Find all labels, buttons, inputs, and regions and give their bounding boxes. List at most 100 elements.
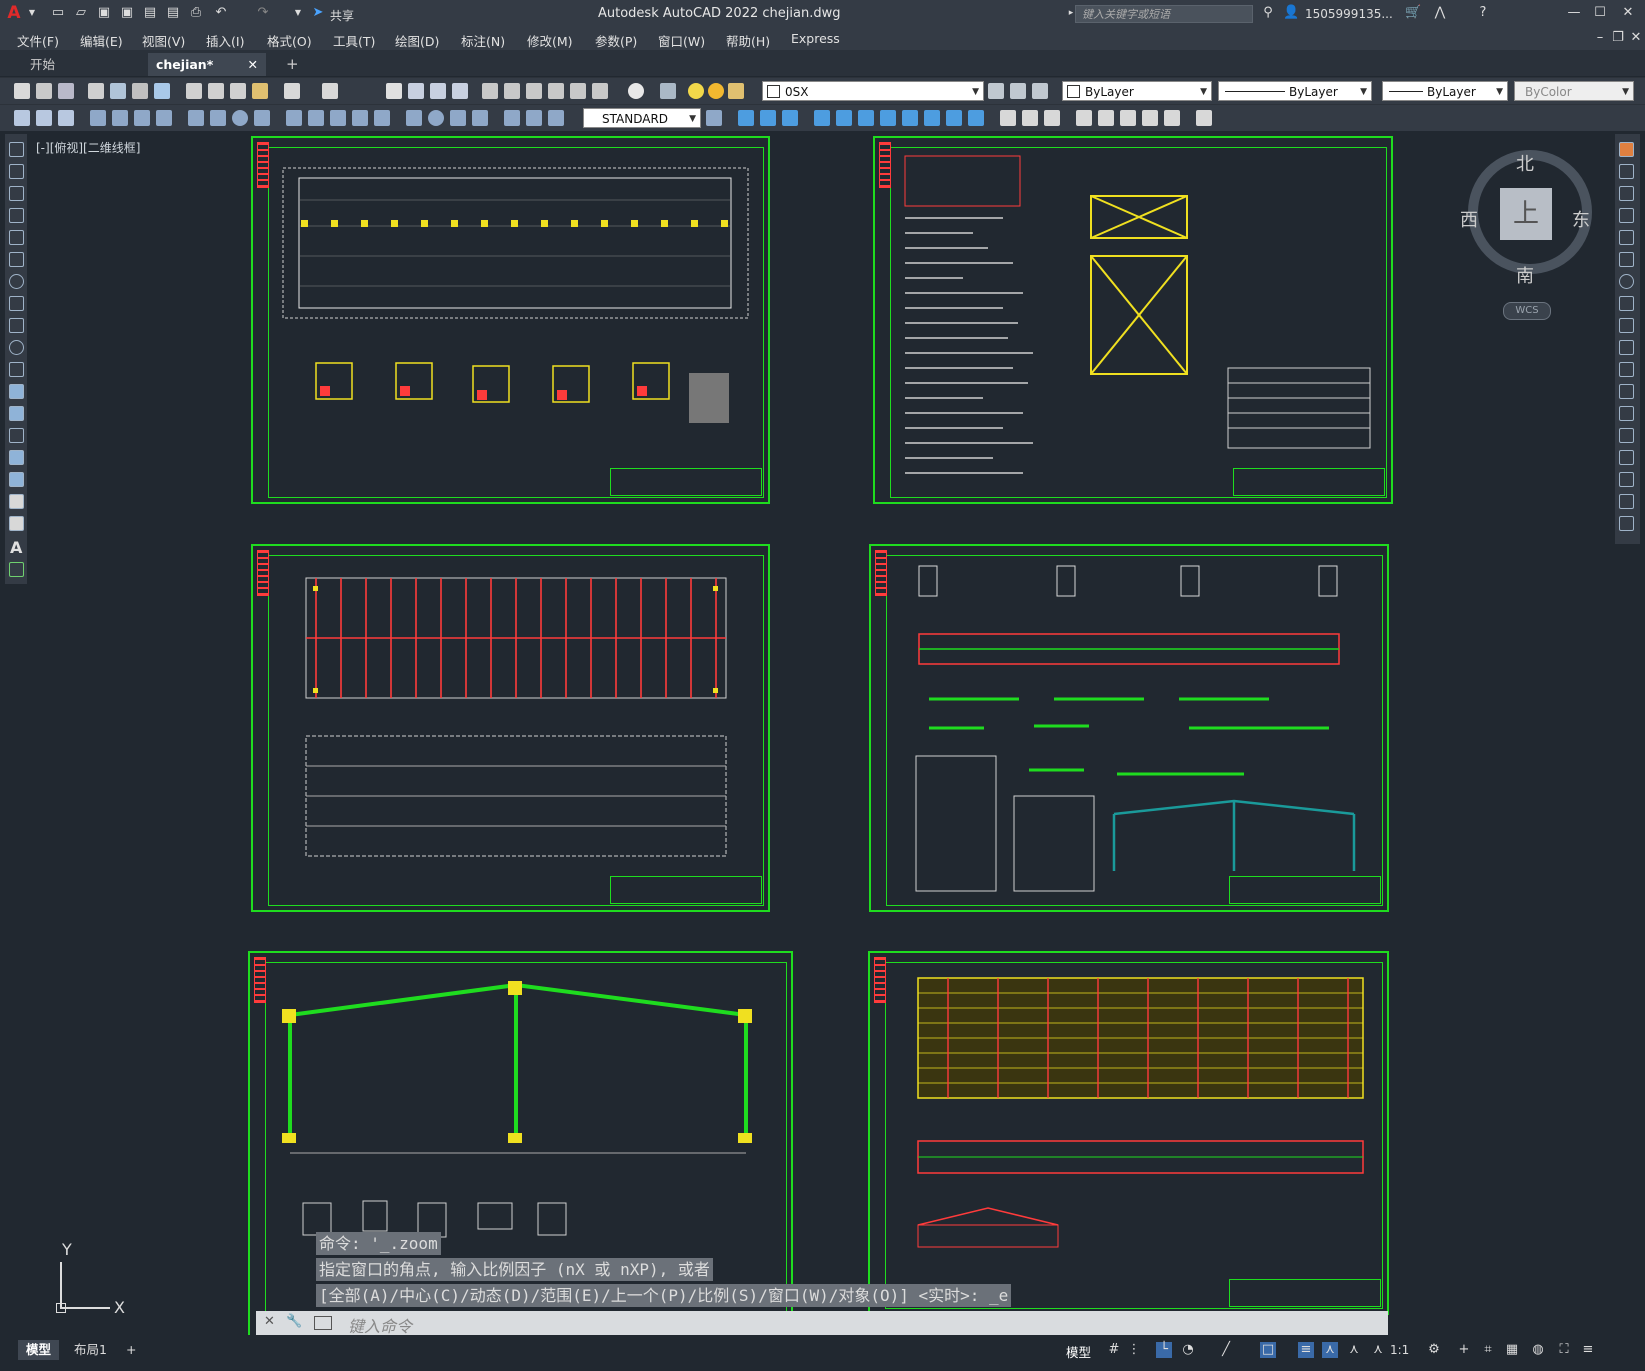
share-label[interactable]: 共享	[330, 7, 354, 24]
jogged-dim-icon[interactable]	[210, 110, 226, 126]
menu-parametric[interactable]: 参数(P)	[595, 31, 637, 50]
menu-edit[interactable]: 编辑(E)	[80, 31, 123, 50]
mirror-icon[interactable]	[1619, 186, 1634, 201]
3d-intersect-icon[interactable]	[946, 110, 962, 126]
autodesk-app-icon[interactable]: ⋀	[1432, 6, 1448, 20]
array-icon[interactable]	[1619, 230, 1634, 245]
clean-screen-icon[interactable]: ⛶	[1556, 1342, 1572, 1358]
ordinate-dim-icon[interactable]	[156, 110, 172, 126]
new-icon[interactable]: ▭	[50, 6, 66, 20]
tolerance-icon[interactable]	[406, 110, 422, 126]
menu-tools[interactable]: 工具(T)	[333, 31, 375, 50]
insert-block-icon[interactable]	[9, 384, 24, 399]
linear-dim-icon[interactable]	[90, 110, 106, 126]
maximize-icon[interactable]: ☐	[1592, 6, 1608, 20]
viewport-controls[interactable]: [-][俯视][二维线框]	[36, 139, 140, 156]
user-icon[interactable]: 👤	[1283, 6, 1299, 20]
3d-union-icon[interactable]	[782, 110, 798, 126]
layer-lock-icon[interactable]	[728, 83, 744, 99]
circle-icon[interactable]	[9, 274, 24, 289]
help-icon[interactable]: ?	[1475, 6, 1491, 20]
save-as-icon[interactable]: ▣	[119, 6, 135, 20]
calculator-icon[interactable]	[592, 83, 608, 99]
blend-curves-icon[interactable]	[1619, 494, 1634, 509]
join-icon[interactable]	[1619, 428, 1634, 443]
revision-cloud-icon[interactable]	[9, 296, 24, 311]
menu-help[interactable]: 帮助(H)	[726, 31, 770, 50]
lineweight-dropdown[interactable]: ByLayer ▼	[1382, 81, 1508, 101]
presspull-icon[interactable]	[836, 110, 852, 126]
doc-close-icon[interactable]: ✕	[1628, 31, 1644, 45]
extend-icon[interactable]	[1619, 362, 1634, 377]
doc-restore-icon[interactable]: ❐	[1610, 31, 1626, 45]
ellipse-arc-icon[interactable]	[9, 362, 24, 377]
zoom-window-icon[interactable]	[430, 83, 446, 99]
plot-icon[interactable]: ⎙	[188, 6, 204, 20]
polygon-icon[interactable]	[9, 208, 24, 223]
layer-state-icon[interactable]	[1032, 83, 1048, 99]
loft-icon[interactable]	[902, 110, 918, 126]
quick-properties-icon[interactable]: ▦	[1504, 1342, 1520, 1358]
annotation-autoscale-icon[interactable]: ⋏	[1346, 1342, 1362, 1358]
scale-icon[interactable]	[1619, 296, 1634, 311]
jogged-linear-icon[interactable]	[472, 110, 488, 126]
add-selected-icon[interactable]	[9, 562, 24, 577]
arc-icon[interactable]	[9, 252, 24, 267]
menu-window[interactable]: 窗口(W)	[658, 31, 705, 50]
dimstyle-dropdown[interactable]: STANDARD ▼	[583, 108, 701, 128]
command-recent-icon[interactable]	[314, 1316, 332, 1330]
annotation-visibility-icon[interactable]: ⋏	[1322, 1342, 1338, 1358]
menu-dimension[interactable]: 标注(N)	[461, 31, 505, 50]
move-icon[interactable]	[1619, 252, 1634, 267]
grid-icon[interactable]: #	[1106, 1342, 1122, 1358]
undo-icon[interactable]	[284, 83, 300, 99]
annotation-monitor-icon[interactable]: +	[1456, 1342, 1472, 1358]
construction-line-icon[interactable]	[9, 164, 24, 179]
make-current-layer-icon[interactable]	[988, 83, 1004, 99]
command-line[interactable]: ✕ 🔧 键入命令	[256, 1311, 1388, 1337]
plot-preview-icon[interactable]	[110, 83, 126, 99]
command-input[interactable]: 键入命令	[348, 1313, 412, 1337]
diameter-dim-icon[interactable]	[232, 110, 248, 126]
break-at-point-icon[interactable]	[1619, 384, 1634, 399]
customize-chevron-icon[interactable]: ▼	[290, 6, 306, 20]
workspace-gear-icon[interactable]: ⚙	[1426, 1342, 1442, 1358]
model-space-button[interactable]: 模型	[1066, 1342, 1091, 1361]
polar-icon[interactable]: ◔	[1180, 1342, 1196, 1358]
menu-insert[interactable]: 插入(I)	[206, 31, 244, 50]
ortho-icon[interactable]: └	[1156, 1342, 1172, 1358]
compass-north[interactable]: 北	[1516, 150, 1534, 176]
dim-edit-icon[interactable]	[504, 110, 520, 126]
tool-palettes-icon[interactable]	[526, 83, 542, 99]
cut-icon[interactable]	[186, 83, 202, 99]
lineweight-icon[interactable]: ≡	[1298, 1342, 1314, 1358]
layer-on-icon[interactable]	[688, 83, 704, 99]
save-web-icon[interactable]: ▤	[165, 6, 181, 20]
sweep-icon[interactable]	[858, 110, 874, 126]
ucs-world-icon[interactable]	[1098, 110, 1114, 126]
layer-freeze-icon[interactable]	[708, 83, 724, 99]
offset-icon[interactable]	[1619, 208, 1634, 223]
save-icon[interactable]	[58, 83, 74, 99]
open-web-icon[interactable]: ▤	[142, 6, 158, 20]
table-icon[interactable]	[9, 516, 24, 531]
new-tab-button[interactable]: +	[278, 53, 307, 76]
pan-icon[interactable]	[386, 83, 402, 99]
annotation-scale-icon[interactable]: ⋏	[1370, 1342, 1386, 1358]
markup-icon[interactable]	[570, 83, 586, 99]
menu-express[interactable]: Express	[791, 31, 840, 46]
snap-icon[interactable]: ⋮	[1126, 1342, 1142, 1358]
ucs-previous-icon[interactable]	[1120, 110, 1136, 126]
solid-edit-icon[interactable]	[1000, 110, 1016, 126]
publish-icon[interactable]	[132, 83, 148, 99]
viewcube-top-face[interactable]: 上	[1500, 188, 1552, 240]
open-icon[interactable]: ▱	[73, 6, 89, 20]
compass-east[interactable]: 东	[1572, 206, 1590, 232]
user-name[interactable]: 1505999135...	[1305, 7, 1393, 21]
units-icon[interactable]: ⌗	[1480, 1342, 1496, 1358]
isolate-objects-icon[interactable]: ◍	[1530, 1342, 1546, 1358]
3d-move-icon[interactable]	[968, 110, 984, 126]
qnew-icon[interactable]	[14, 83, 30, 99]
paste-icon[interactable]	[230, 83, 246, 99]
3d-subtract-icon[interactable]	[924, 110, 940, 126]
